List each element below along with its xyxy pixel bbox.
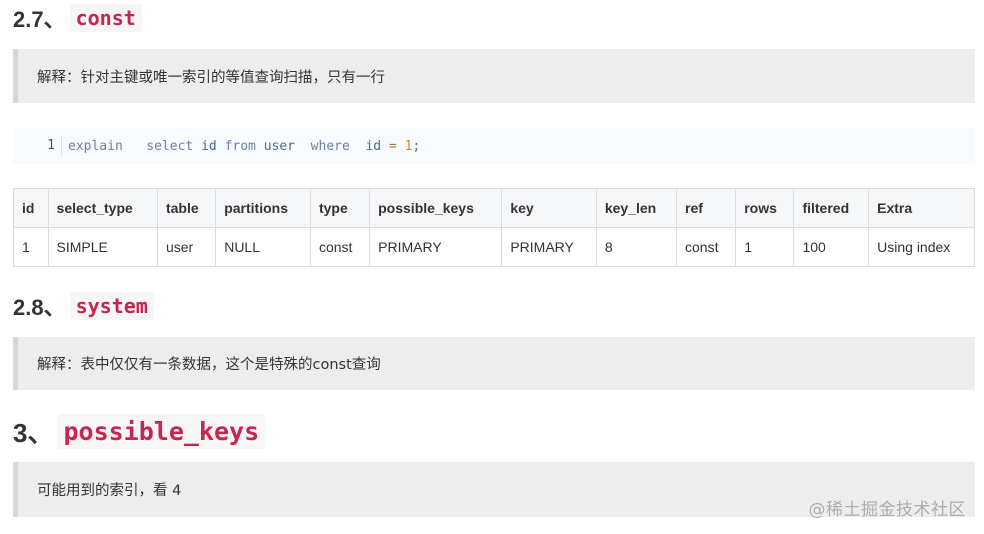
code-token: where: [310, 138, 350, 154]
column-header: possible_keys: [369, 188, 503, 228]
table-cell: const: [309, 227, 371, 267]
table-cell: NULL: [215, 227, 311, 267]
inline-code-keyword: possible_keys: [57, 413, 266, 449]
blockquote-note: 解释：针对主键或唯一索引的等值查询扫描，只有一行: [13, 49, 975, 103]
explain-result-table: id select_type table partitions type pos…: [13, 188, 975, 267]
section-heading-2-7: 2.7、 const: [13, 3, 142, 33]
table-cell: PRIMARY: [369, 227, 503, 267]
table-cell: 8: [595, 227, 678, 267]
table-cell: 100: [793, 227, 870, 267]
note-text: 可能用到的索引，看 4: [37, 483, 182, 499]
section-number: 2.8、: [13, 295, 66, 320]
column-header: id: [13, 188, 49, 228]
blockquote-note: 解释：表中仅仅有一条数据，这个是特殊的const查询: [13, 337, 975, 390]
code-token: id: [201, 138, 217, 154]
section-heading-3: 3、 possible_keys: [13, 412, 266, 450]
inline-code-keyword: system: [69, 292, 154, 320]
section-number: 3、: [13, 417, 54, 448]
column-header: table: [156, 188, 217, 228]
code-block: 1 explain select id from user where id =…: [13, 128, 975, 164]
column-header: key: [501, 188, 597, 228]
note-text: 解释：表中仅仅有一条数据，这个是特殊的const查询: [37, 357, 381, 373]
column-header: filtered: [793, 188, 870, 228]
section-number: 2.7、: [13, 7, 66, 32]
watermark: @稀土掘金技术社区: [808, 500, 966, 520]
code-token: ;: [412, 138, 421, 154]
table-header-row: id select_type table partitions type pos…: [13, 188, 975, 228]
line-number: 1: [13, 135, 62, 157]
column-header: Extra: [868, 188, 975, 228]
table-cell: 1: [13, 227, 49, 267]
code-token: select: [146, 138, 194, 154]
table-cell: const: [675, 227, 737, 267]
column-header: rows: [735, 188, 795, 228]
code-token: id: [365, 138, 382, 154]
code-token: =: [388, 138, 397, 154]
column-header: select_type: [47, 188, 158, 228]
code-token: user: [263, 138, 296, 154]
table-cell: SIMPLE: [47, 227, 158, 267]
table-cell: PRIMARY: [501, 227, 597, 267]
table-cell: Using index: [868, 227, 975, 267]
table-cell: user: [156, 227, 217, 267]
column-header: partitions: [215, 188, 311, 228]
code-token: explain: [68, 138, 123, 154]
code-token: from: [224, 138, 256, 154]
table-row: 1 SIMPLE user NULL const PRIMARY PRIMARY…: [13, 227, 975, 267]
inline-code-keyword: const: [69, 4, 142, 32]
note-text: 解释：针对主键或唯一索引的等值查询扫描，只有一行: [37, 69, 385, 86]
section-heading-2-8: 2.8、 system: [13, 291, 154, 321]
column-header: ref: [675, 188, 737, 228]
table-cell: 1: [735, 227, 795, 267]
column-header: key_len: [595, 188, 678, 228]
code-line: explain select id from user where id = 1…: [62, 139, 420, 154]
column-header: type: [309, 188, 371, 228]
